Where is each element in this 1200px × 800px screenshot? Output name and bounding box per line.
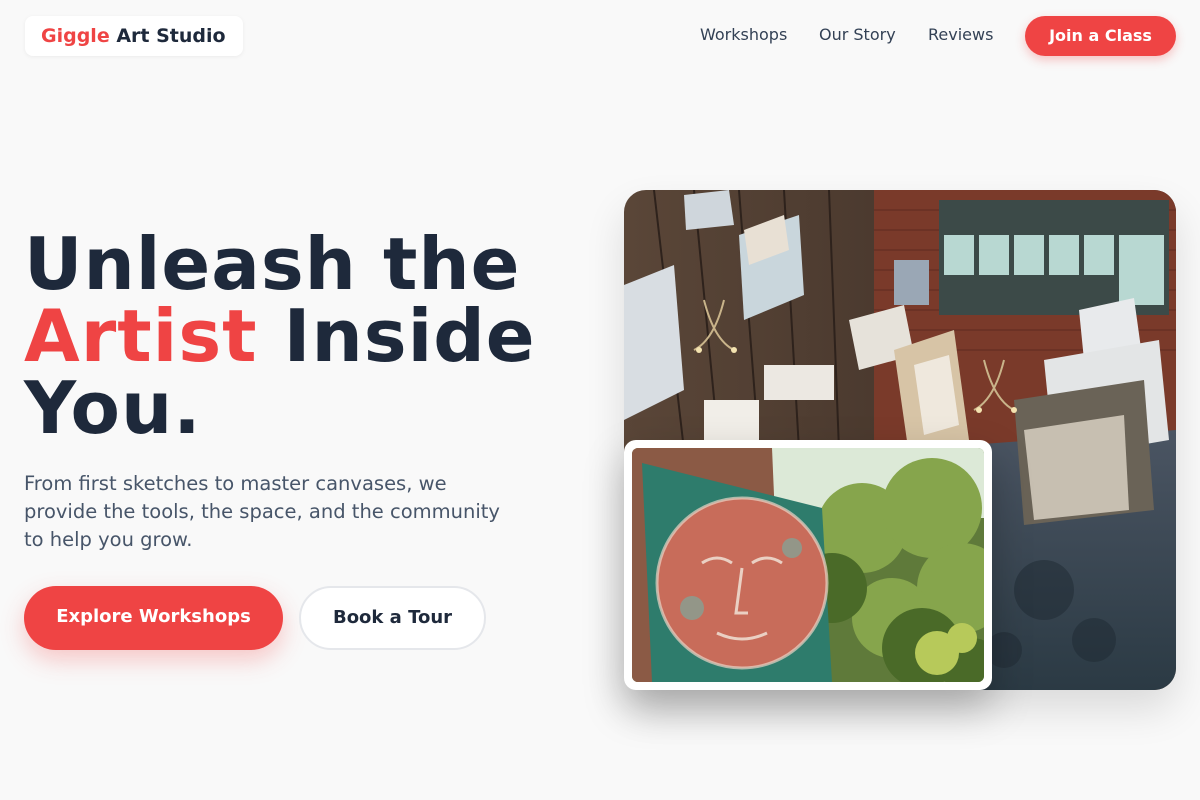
headline-line-3: You.: [24, 366, 202, 450]
nav-link-workshops[interactable]: Workshops: [700, 25, 787, 45]
join-class-button[interactable]: Join a Class: [1025, 16, 1176, 56]
site-header: Giggle Art Studio Workshops Our Story Re…: [0, 0, 1200, 72]
hero-subtext: From first sketches to master canvases, …: [24, 472, 500, 551]
logo-accent-text: Giggle: [41, 25, 110, 47]
logo[interactable]: Giggle Art Studio: [25, 16, 243, 56]
headline-line-2-rest: Inside: [257, 294, 536, 378]
nav-link-reviews[interactable]: Reviews: [928, 25, 993, 45]
explore-workshops-button[interactable]: Explore Workshops: [24, 586, 283, 650]
logo-rest-text: Art Studio: [109, 25, 226, 47]
hero-headline: Unleash the Artist Inside You.: [24, 228, 584, 444]
book-tour-button[interactable]: Book a Tour: [299, 586, 486, 650]
nav-link-our-story[interactable]: Our Story: [819, 25, 896, 45]
painted-face-photo-card: [624, 440, 992, 690]
